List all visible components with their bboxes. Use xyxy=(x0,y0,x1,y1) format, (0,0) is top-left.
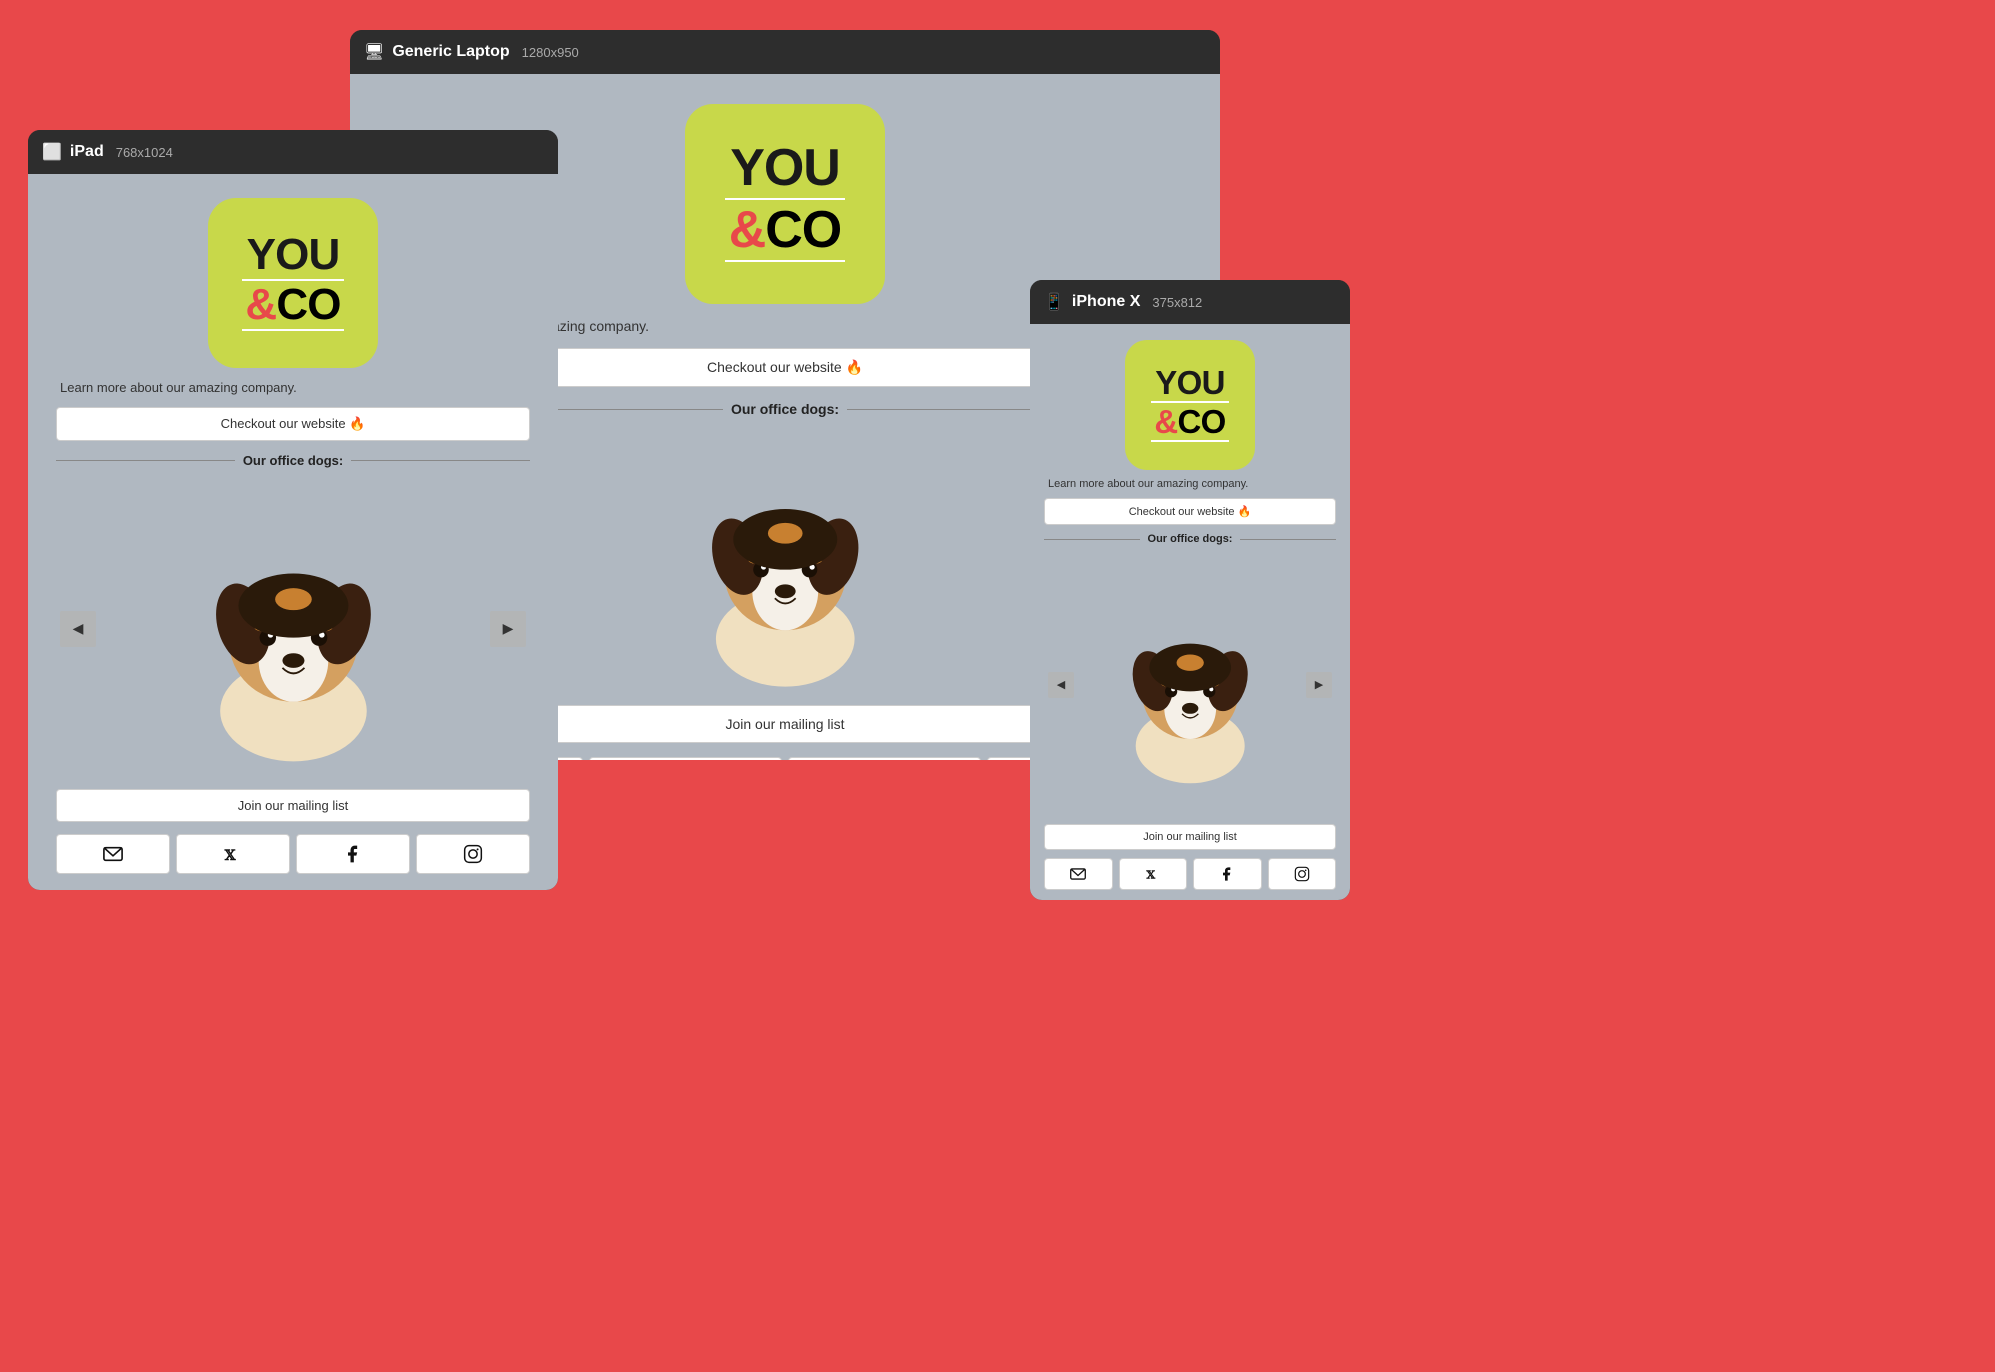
ipad-dog-carousel: ◀ ▶ xyxy=(56,480,530,777)
iphone-facebook-icon xyxy=(1219,866,1235,882)
iphone-logo: YOU &CO xyxy=(1125,340,1255,470)
ipad-instagram-btn[interactable] xyxy=(416,834,530,874)
ipad-dims: 768x1024 xyxy=(116,145,173,160)
laptop-facebook-btn[interactable] xyxy=(788,757,981,760)
iphone-email-btn[interactable] xyxy=(1044,858,1113,890)
iphone-instagram-icon xyxy=(1294,866,1310,882)
iphone-app: YOU &CO Learn more about our amazing com… xyxy=(1030,324,1350,900)
iphone-logo-you: YOU xyxy=(1155,366,1225,399)
ipad-email-icon xyxy=(103,844,123,864)
ipad-twitter-icon: 𝕏 xyxy=(223,844,243,864)
iphone-checkout-btn[interactable]: Checkout our website 🔥 xyxy=(1044,498,1336,525)
ipad-icon: ⬜ xyxy=(42,142,62,162)
iphone-logo-co: &CO xyxy=(1154,405,1225,438)
iphone-titlebar: 📱 iPhone X 375x812 xyxy=(1030,280,1350,324)
ipad-email-btn[interactable] xyxy=(56,834,170,874)
iphone-screen: YOU &CO Learn more about our amazing com… xyxy=(1030,324,1350,900)
logo-co: &CO xyxy=(729,204,841,256)
laptop-titlebar: 🖥 Generic Laptop 1280x950 xyxy=(350,30,1220,74)
ipad-logo-co: &CO xyxy=(245,283,340,327)
ipad-logo-you: YOU xyxy=(247,233,340,277)
iphone-icon: 📱 xyxy=(1044,292,1064,312)
ipad-mailing-btn[interactable]: Join our mailing list xyxy=(56,789,530,822)
ipad-tagline: Learn more about our amazing company. xyxy=(56,380,297,395)
iphone-facebook-btn[interactable] xyxy=(1193,858,1262,890)
laptop-dims: 1280x950 xyxy=(522,45,579,60)
ipad-prev-arrow[interactable]: ◀ xyxy=(60,611,96,647)
svg-text:𝕏: 𝕏 xyxy=(224,848,237,864)
ipad-logo-underline-2 xyxy=(242,329,344,331)
laptop-logo: YOU &CO xyxy=(685,104,885,304)
iphone-dims: 375x812 xyxy=(1152,295,1202,310)
ipad-instagram-icon xyxy=(463,844,483,864)
iphone-dog-carousel: ◀ ▶ xyxy=(1044,553,1336,816)
iphone-frame: 📱 iPhone X 375x812 YOU &CO Learn more ab… xyxy=(1030,280,1350,900)
ipad-logo: YOU &CO xyxy=(208,198,378,368)
ipad-dog-illustration xyxy=(156,480,431,777)
iphone-next-arrow[interactable]: ▶ xyxy=(1306,672,1332,698)
ipad-twitter-btn[interactable]: 𝕏 xyxy=(176,834,290,874)
ipad-social-row: 𝕏 xyxy=(56,834,530,874)
iphone-email-icon xyxy=(1070,866,1086,882)
ipad-facebook-icon xyxy=(343,844,363,864)
iphone-title: iPhone X xyxy=(1072,293,1140,311)
ipad-frame: ⬜ iPad 768x1024 YOU &CO Learn more about… xyxy=(28,130,558,890)
laptop-twitter-btn[interactable]: 𝕏 xyxy=(589,757,782,760)
iphone-mailing-btn[interactable]: Join our mailing list xyxy=(1044,824,1336,850)
logo-underline-2 xyxy=(725,260,845,262)
svg-text:𝕏: 𝕏 xyxy=(1145,870,1156,882)
iphone-prev-arrow[interactable]: ◀ xyxy=(1048,672,1074,698)
laptop-icon: 🖥 xyxy=(364,42,384,62)
laptop-title: Generic Laptop xyxy=(392,43,509,61)
ipad-checkout-btn[interactable]: Checkout our website 🔥 xyxy=(56,407,530,441)
iphone-twitter-icon: 𝕏 xyxy=(1145,866,1161,882)
iphone-instagram-btn[interactable] xyxy=(1268,858,1337,890)
iphone-social-row: 𝕏 xyxy=(1044,858,1336,890)
iphone-logo-underline-2 xyxy=(1151,440,1229,442)
ipad-app: YOU &CO Learn more about our amazing com… xyxy=(28,174,558,890)
ipad-titlebar: ⬜ iPad 768x1024 xyxy=(28,130,558,174)
ipad-dogs-label: Our office dogs: xyxy=(56,453,530,468)
iphone-tagline: Learn more about our amazing company. xyxy=(1044,478,1248,490)
ipad-facebook-btn[interactable] xyxy=(296,834,410,874)
ipad-next-arrow[interactable]: ▶ xyxy=(490,611,526,647)
ipad-screen: YOU &CO Learn more about our amazing com… xyxy=(28,174,558,890)
dog-illustration xyxy=(568,431,1003,691)
logo-you: YOU xyxy=(730,142,840,194)
ipad-title: iPad xyxy=(70,143,104,161)
iphone-twitter-btn[interactable]: 𝕏 xyxy=(1119,858,1188,890)
logo-underline xyxy=(725,198,845,200)
iphone-dog-illustration xyxy=(1088,553,1292,816)
iphone-dogs-label: Our office dogs: xyxy=(1044,533,1336,545)
